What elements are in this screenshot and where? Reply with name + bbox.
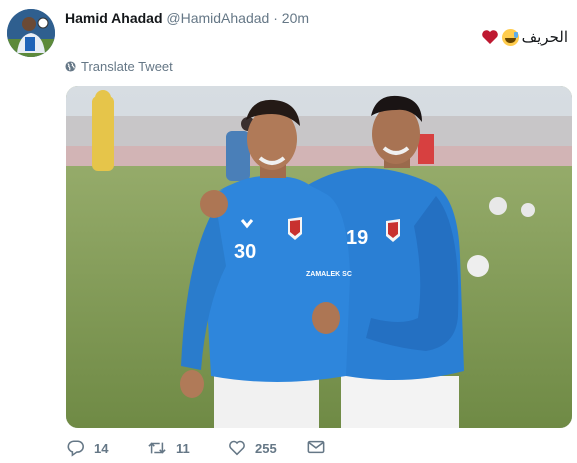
grinning-sweat-emoji-icon: [501, 28, 519, 46]
tweet-text-content: الحريف: [521, 29, 568, 46]
retweet-icon: [147, 439, 167, 457]
translate-label: Translate Tweet: [81, 59, 173, 74]
jersey-sponsor-text: ZAMALEK SC: [306, 271, 352, 278]
retweet-count: 11: [176, 440, 190, 456]
left-jersey-number: 30: [234, 241, 256, 263]
separator-dot: ·: [273, 10, 278, 26]
tweet-text: الحريف: [481, 28, 568, 46]
reply-button[interactable]: 14: [67, 439, 108, 457]
like-count: 255: [255, 440, 277, 456]
red-heart-emoji-icon: [481, 29, 499, 45]
avatar[interactable]: [7, 9, 55, 57]
translate-tweet-link[interactable]: Translate Tweet: [65, 59, 173, 74]
right-jersey-number: 19: [346, 227, 368, 249]
tweet-action-bar: 14 11 255: [67, 439, 547, 461]
author-handle[interactable]: @HamidAhadad: [166, 10, 269, 26]
retweet-button[interactable]: 11: [147, 439, 190, 457]
direct-message-button[interactable]: [307, 439, 325, 455]
reply-count: 14: [94, 440, 109, 456]
envelope-icon: [307, 439, 325, 455]
tweet-header: Hamid Ahadad @HamidAhadad · 20m: [65, 10, 309, 26]
reply-icon: [67, 439, 85, 457]
heart-icon: [228, 439, 246, 457]
author-name[interactable]: Hamid Ahadad: [65, 10, 163, 26]
tweet-timestamp[interactable]: 20m: [282, 10, 309, 26]
like-button[interactable]: 255: [228, 439, 277, 457]
globe-icon: [65, 61, 76, 72]
tweet-photo[interactable]: 30 ZAMALEK SC 19: [66, 86, 572, 428]
